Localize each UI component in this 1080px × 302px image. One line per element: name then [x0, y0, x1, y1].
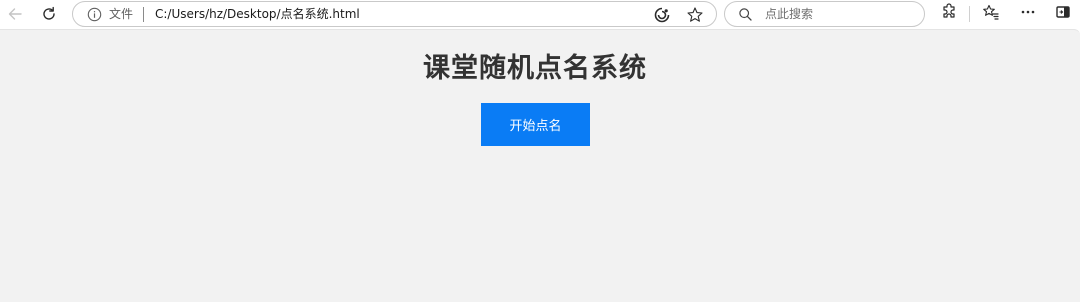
url-text[interactable]: C:/Users/hz/Desktop/点名系统.html	[155, 6, 360, 22]
info-icon[interactable]	[87, 7, 102, 22]
more-icon	[1020, 4, 1036, 24]
address-separator	[143, 7, 144, 22]
back-icon	[7, 6, 23, 22]
read-aloud-icon[interactable]	[653, 6, 671, 24]
start-roll-call-button[interactable]: 开始点名	[481, 103, 590, 146]
refresh-icon	[41, 6, 57, 22]
sidebar-icon	[1055, 4, 1071, 24]
address-bar[interactable]: 文件 C:/Users/hz/Desktop/点名系统.html	[72, 1, 717, 27]
page-content: 课堂随机点名系统 开始点名	[0, 29, 1080, 302]
back-button[interactable]	[2, 2, 28, 26]
refresh-button[interactable]	[36, 2, 62, 26]
sidebar-button[interactable]	[1052, 3, 1074, 25]
extensions-icon	[940, 3, 958, 25]
site-info-label[interactable]: 文件	[109, 6, 133, 22]
search-placeholder[interactable]: 点此搜索	[765, 6, 813, 22]
more-button[interactable]	[1017, 3, 1039, 25]
favorites-icon	[982, 3, 1000, 25]
search-box[interactable]: 点此搜索	[724, 1, 925, 27]
page-title: 课堂随机点名系统	[423, 53, 647, 84]
toolbar-divider	[969, 6, 970, 22]
browser-toolbar: 文件 C:/Users/hz/Desktop/点名系统.html 点此搜索	[0, 0, 1080, 29]
extensions-button[interactable]	[938, 3, 960, 25]
search-icon	[738, 7, 753, 22]
favorite-star-icon[interactable]	[686, 6, 704, 24]
favorites-button[interactable]	[980, 3, 1002, 25]
